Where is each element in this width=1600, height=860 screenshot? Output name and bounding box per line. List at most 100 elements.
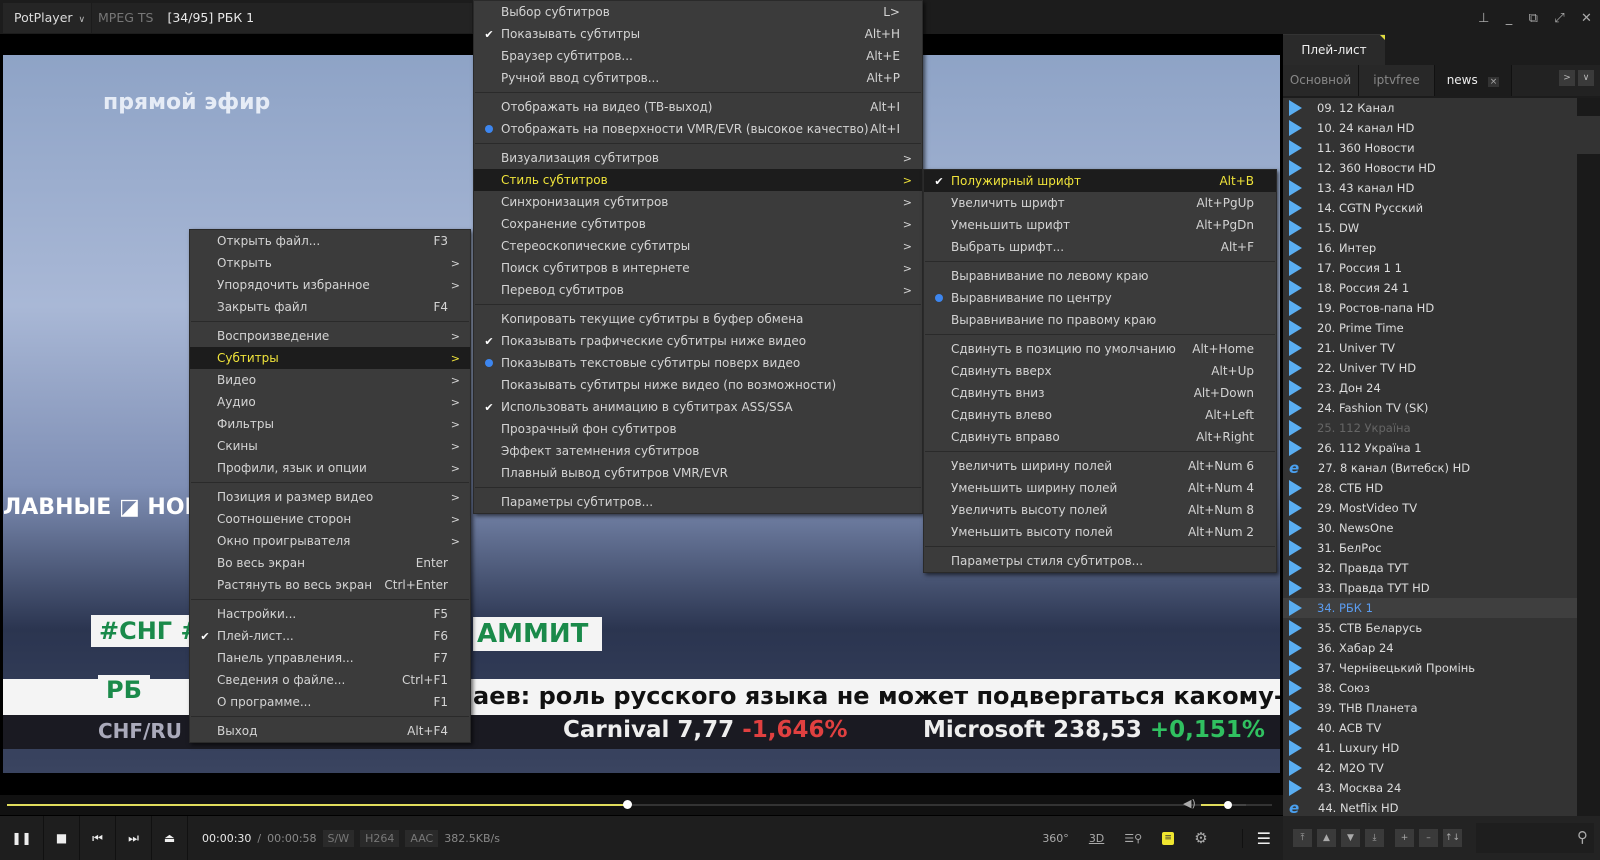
playlist-item[interactable]: 16. Интер (1283, 238, 1577, 258)
menu-item[interactable]: Во весь экран Enter (190, 552, 470, 574)
chevron-down-icon[interactable]: ∨ (1578, 70, 1594, 86)
move-bottom-icon[interactable]: ⤓ (1365, 829, 1384, 847)
video-codec-badge[interactable]: H264 (360, 829, 400, 847)
menu-item[interactable]: Плавный вывод субтитров VMR/EVR (474, 462, 922, 484)
tab-news[interactable]: news × (1435, 65, 1512, 96)
menu-item[interactable]: Синхронизация субтитров > (474, 191, 922, 213)
gear-icon[interactable]: ⚙ (1194, 829, 1207, 847)
playlist-item[interactable]: 21. Univer TV (1283, 338, 1577, 358)
playlist-item[interactable]: 43. Москва 24 (1283, 778, 1577, 798)
menu-item[interactable]: Стереоскопические субтитры > (474, 235, 922, 257)
menu-item[interactable]: Отображать на видео (ТВ-выход) Alt+I (474, 96, 922, 118)
menu-item[interactable]: Открыть > (190, 252, 470, 274)
menu-item[interactable]: Показывать текстовые субтитры поверх вид… (474, 352, 922, 374)
remove-icon[interactable]: – (1419, 829, 1438, 847)
playlist-item[interactable]: 26. 112 Україна 1 (1283, 438, 1577, 458)
menu-item[interactable]: Увеличить ширину полей Alt+Num 6 (924, 455, 1276, 477)
minimize-icon[interactable]: _ (1506, 11, 1513, 26)
menu-item[interactable]: Эффект затемнения субтитров (474, 440, 922, 462)
seek-handle[interactable] (622, 800, 632, 809)
menu-item[interactable]: Прозрачный фон субтитров (474, 418, 922, 440)
playlist-item[interactable]: 25. 112 Україна (1283, 418, 1577, 438)
playlist-item[interactable]: 12. 360 Новости HD (1283, 158, 1577, 178)
menu-item[interactable]: Сдвинуть вниз Alt+Down (924, 382, 1276, 404)
menu-item[interactable]: ✔ Плей-лист... F6 (190, 625, 470, 647)
menu-item[interactable]: ✔ Полужирный шрифт Alt+B (924, 170, 1276, 192)
menu-item[interactable]: Сведения о файле... Ctrl+F1 (190, 669, 470, 691)
stop-button[interactable]: ■ (44, 816, 80, 860)
menu-item[interactable]: О программе... F1 (190, 691, 470, 713)
add-icon[interactable]: + (1395, 829, 1414, 847)
hamburger-menu-icon[interactable]: ☰ (1241, 828, 1271, 848)
menu-item[interactable]: Выравнивание по правому краю (924, 309, 1276, 331)
menu-item[interactable]: Окно проигрывателя > (190, 530, 470, 552)
playlist-item[interactable]: e 27. 8 канал (Витебск) HD (1283, 458, 1577, 478)
app-menu-button[interactable]: PotPlayer ∨ (3, 3, 91, 33)
playlist-item[interactable]: 40. АСВ TV (1283, 718, 1577, 738)
menu-item[interactable]: Аудио > (190, 391, 470, 413)
playlist-item[interactable]: 09. 12 Канал (1283, 98, 1577, 118)
playlist-item[interactable]: 10. 24 канал HD (1283, 118, 1577, 138)
search-icon[interactable]: ⚲ (1577, 828, 1588, 846)
close-tab-icon[interactable]: × (1487, 77, 1500, 87)
menu-item[interactable]: Поиск субтитров в интернете > (474, 257, 922, 279)
menu-item[interactable]: Упорядочить избранное > (190, 274, 470, 296)
volume-handle[interactable] (1224, 801, 1232, 809)
menu-item[interactable]: Сдвинуть вверх Alt+Up (924, 360, 1276, 382)
seek-bar[interactable] (7, 800, 1272, 809)
sort-icon[interactable]: ↑↓ (1443, 829, 1462, 847)
playlist-item[interactable]: 36. Хабар 24 (1283, 638, 1577, 658)
playlist-title-tab[interactable]: Плей-лист (1283, 34, 1385, 65)
playlist-item[interactable]: 38. Союз (1283, 678, 1577, 698)
menu-item[interactable]: Выравнивание по центру (924, 287, 1276, 309)
menu-item[interactable]: Воспроизведение > (190, 325, 470, 347)
playlist-scrollbar[interactable] (1577, 98, 1600, 816)
restore-icon[interactable]: ⧉ (1529, 11, 1538, 26)
menu-item[interactable]: Профили, язык и опции > (190, 457, 470, 479)
move-up-icon[interactable]: ▲ (1317, 829, 1336, 847)
move-down-icon[interactable]: ▼ (1341, 829, 1360, 847)
menu-item[interactable]: Сдвинуть вправо Alt+Right (924, 426, 1276, 448)
menu-item[interactable]: Ручной ввод субтитров... Alt+P (474, 67, 922, 89)
playlist-item[interactable]: 22. Univer TV HD (1283, 358, 1577, 378)
menu-item[interactable]: Выравнивание по левому краю (924, 265, 1276, 287)
playlist-item[interactable]: 39. ТНВ Планета (1283, 698, 1577, 718)
3d-button[interactable]: 3D (1089, 832, 1104, 845)
playlist-item[interactable]: 18. Россия 24 1 (1283, 278, 1577, 298)
menu-item[interactable]: Копировать текущие субтитры в буфер обме… (474, 308, 922, 330)
menu-item[interactable]: Выбор субтитров L> (474, 1, 922, 23)
menu-item[interactable]: Сдвинуть влево Alt+Left (924, 404, 1276, 426)
subtitle-icon[interactable]: ≡ (1162, 831, 1175, 845)
menu-item[interactable]: Параметры субтитров... (474, 491, 922, 513)
menu-item[interactable]: Сдвинуть в позицию по умолчанию Alt+Home (924, 338, 1276, 360)
scrollbar-thumb[interactable] (1577, 116, 1600, 154)
playlist-search-input[interactable]: ⚲ (1476, 823, 1594, 853)
playlist-item[interactable]: 14. CGTN Русский (1283, 198, 1577, 218)
playlist-item[interactable]: e 44. Netflix HD (1283, 798, 1577, 816)
menu-item[interactable]: ✔ Использовать анимацию в субтитрах ASS/S… (474, 396, 922, 418)
playlist-item[interactable]: 42. M2O TV (1283, 758, 1577, 778)
menu-item[interactable]: Перевод субтитров > (474, 279, 922, 301)
menu-item[interactable]: Видео > (190, 369, 470, 391)
playlist-item[interactable]: 11. 360 Новости (1283, 138, 1577, 158)
menu-item[interactable]: Соотношение сторон > (190, 508, 470, 530)
menu-item[interactable]: Растянуть во весь экран Ctrl+Enter (190, 574, 470, 596)
menu-item[interactable]: Закрыть файл F4 (190, 296, 470, 318)
playlist-item[interactable]: 32. Правда ТУТ (1283, 558, 1577, 578)
tab-osnovnoy[interactable]: Основной (1283, 65, 1359, 96)
playlist-item[interactable]: 37. Чернівецький Промінь (1283, 658, 1577, 678)
volume-slider[interactable] (1201, 801, 1246, 809)
menu-item[interactable]: ✔ Показывать графические субтитры ниже ви… (474, 330, 922, 352)
playlist-item[interactable]: 33. Правда ТУТ HD (1283, 578, 1577, 598)
menu-item[interactable]: Скины > (190, 435, 470, 457)
menu-item[interactable]: Увеличить высоту полей Alt+Num 8 (924, 499, 1276, 521)
menu-item[interactable]: Выход Alt+F4 (190, 720, 470, 742)
menu-item[interactable]: Увеличить шрифт Alt+PgUp (924, 192, 1276, 214)
menu-item[interactable]: Уменьшить шрифт Alt+PgDn (924, 214, 1276, 236)
menu-item[interactable]: Параметры стиля субтитров... (924, 550, 1276, 572)
vr-360-button[interactable]: 360° (1042, 832, 1069, 845)
playlist-item[interactable]: 15. DW (1283, 218, 1577, 238)
next-button[interactable]: ⏭ (116, 816, 152, 860)
pause-button[interactable]: ❚❚ (0, 816, 44, 860)
eject-button[interactable]: ⏏ (152, 816, 188, 860)
